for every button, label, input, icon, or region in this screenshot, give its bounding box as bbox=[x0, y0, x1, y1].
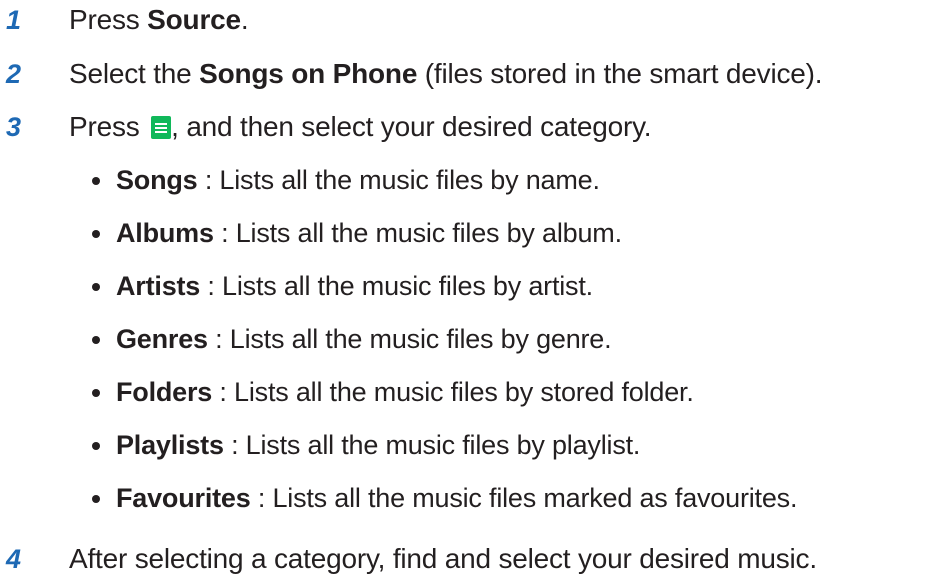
step-keyword: Source bbox=[147, 4, 241, 35]
category-name: Favourites bbox=[116, 483, 251, 513]
category-description: : Lists all the music files marked as fa… bbox=[250, 483, 798, 513]
category-name: Artists bbox=[116, 271, 201, 301]
step-text-after: (files stored in the smart device). bbox=[417, 58, 823, 89]
category-name: Folders bbox=[116, 377, 213, 407]
category-description: : Lists all the music files by artist. bbox=[200, 271, 593, 301]
category-name: Genres bbox=[116, 324, 208, 354]
step-text: Press Source. bbox=[69, 2, 249, 38]
category-description: : Lists all the music files by playlist. bbox=[223, 430, 641, 460]
instructions-page: 1 Press Source. 2 Select the Songs on Ph… bbox=[0, 0, 936, 587]
step-text-before: Press bbox=[69, 111, 148, 142]
bullet-icon bbox=[92, 336, 100, 344]
step-text: Select the Songs on Phone (files stored … bbox=[69, 56, 823, 92]
step-text-before: Press bbox=[69, 4, 148, 35]
bullet-icon bbox=[92, 495, 100, 503]
category-name: Songs bbox=[116, 165, 198, 195]
category-description: : Lists all the music files by genre. bbox=[207, 324, 612, 354]
bullet-icon bbox=[92, 230, 100, 238]
step-number: 1 bbox=[6, 5, 22, 35]
category-description: : Lists all the music files by album. bbox=[213, 218, 622, 248]
bullet-icon bbox=[92, 177, 100, 185]
category-name: Albums bbox=[116, 218, 214, 248]
step-keyword: Songs on Phone bbox=[199, 58, 418, 89]
step-text-after: , and then select your desired category. bbox=[171, 111, 652, 142]
step-text: Press , and then select your desired cat… bbox=[69, 109, 652, 145]
step-number: 2 bbox=[6, 59, 22, 89]
step-text: After selecting a category, find and sel… bbox=[69, 543, 817, 574]
step-text-before: Select the bbox=[69, 58, 200, 89]
step-number: 4 bbox=[6, 544, 22, 574]
bullet-icon bbox=[92, 442, 100, 450]
bullet-icon bbox=[92, 283, 100, 291]
category-description: : Lists all the music files by name. bbox=[197, 165, 600, 195]
menu-icon bbox=[151, 116, 172, 139]
step-number: 3 bbox=[6, 112, 22, 142]
step-text-after: . bbox=[240, 4, 249, 35]
category-description: : Lists all the music files by stored fo… bbox=[212, 377, 694, 407]
bullet-icon bbox=[92, 389, 100, 397]
category-name: Playlists bbox=[116, 430, 224, 460]
